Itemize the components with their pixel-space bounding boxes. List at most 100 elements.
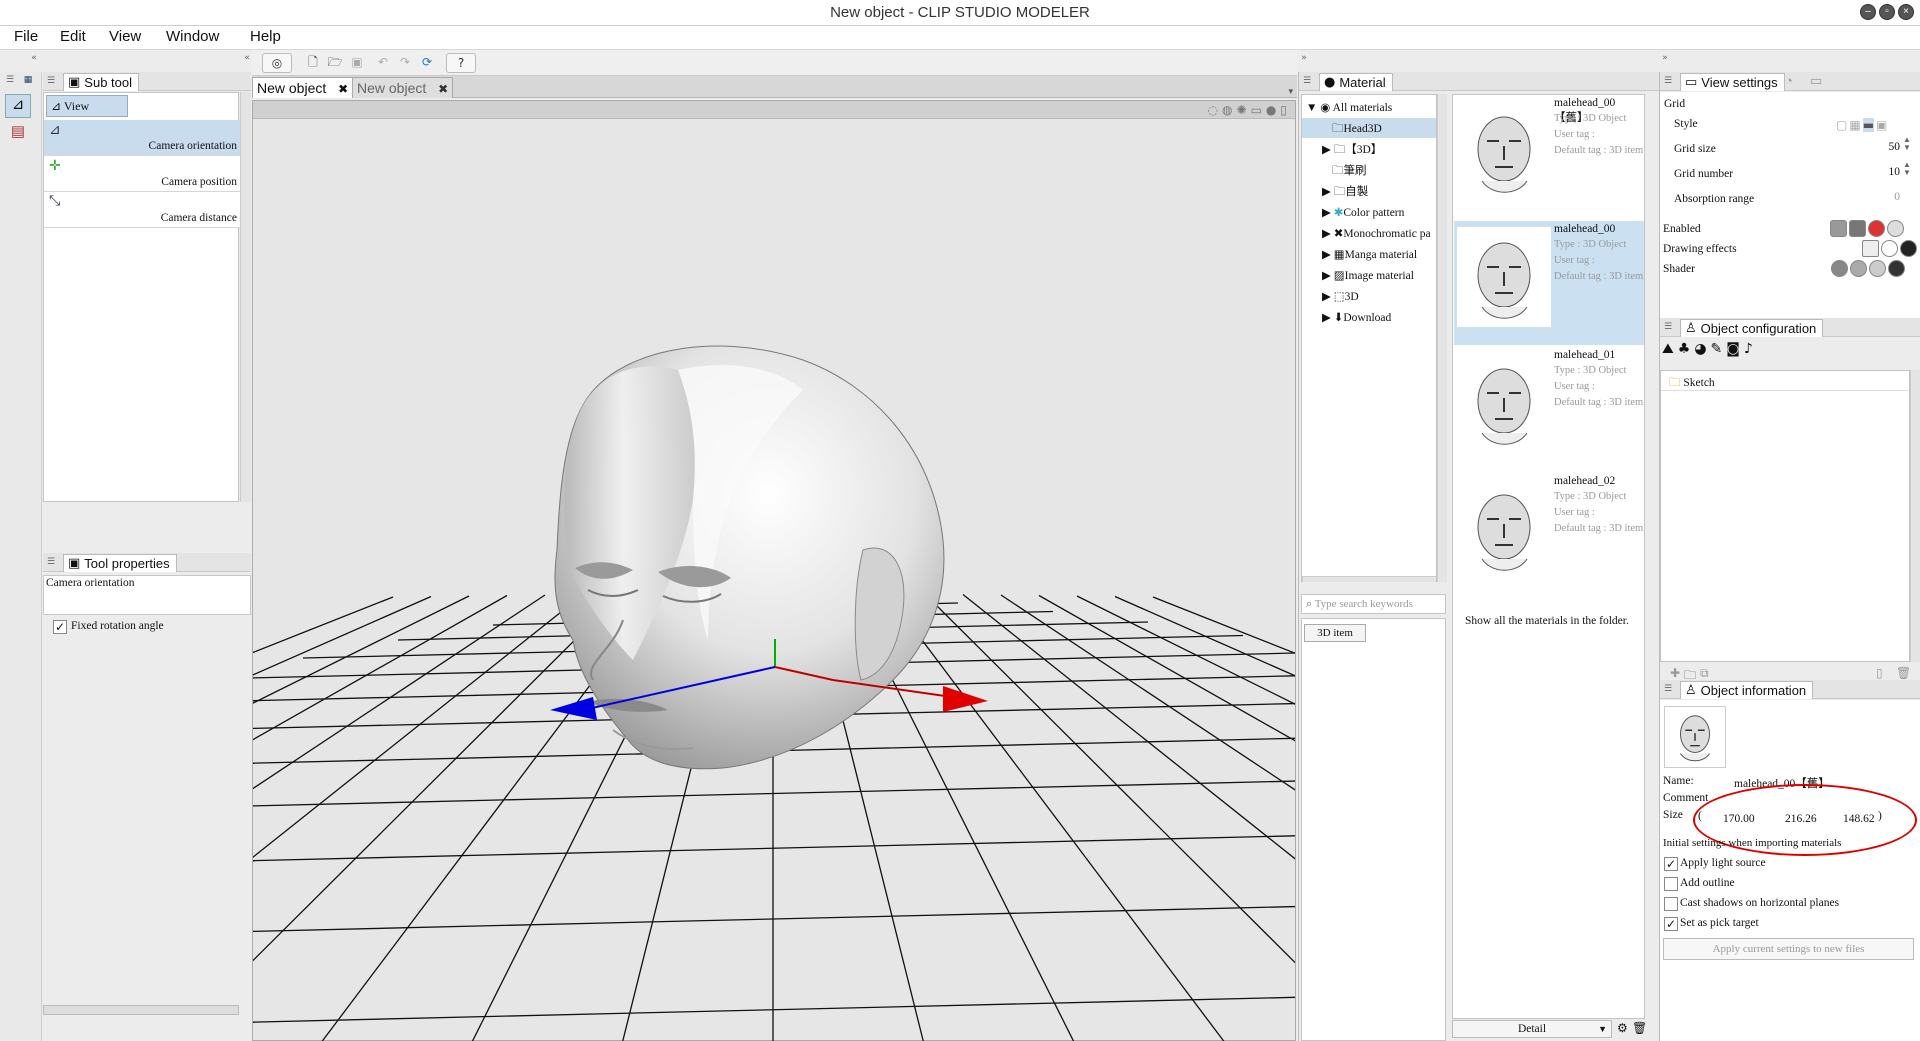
save-icon[interactable]: ▣ (346, 53, 368, 73)
open-file-icon[interactable]: 🗁 (324, 53, 346, 73)
tree-item-custom[interactable]: ▶ 🗀自製 (1322, 181, 1434, 201)
tree-scrollbar[interactable] (1437, 94, 1447, 582)
tree-item-monochromatic[interactable]: ▶ ✖Monochromatic pa (1322, 223, 1436, 243)
new-file-icon[interactable]: 🗋 (302, 53, 324, 73)
enabled-floor-icon[interactable] (1849, 220, 1866, 237)
grid-style-2-icon[interactable]: ▦ (1849, 118, 1860, 132)
help-icon[interactable]: ? (446, 53, 476, 73)
tab-object-configuration[interactable]: ♙ Object configuration (1680, 319, 1824, 337)
panel-menu-icon[interactable]: ☰ (1301, 75, 1313, 87)
tool-palette-icon[interactable]: ▦ (22, 74, 34, 86)
viewport-toggle-icon[interactable]: ● (1266, 103, 1276, 117)
tool-properties-scrollbar[interactable] (43, 1005, 239, 1015)
effect-shadow-icon[interactable] (1900, 240, 1917, 257)
grid-style-1-icon[interactable]: ▢ (1836, 118, 1847, 132)
video-icon[interactable]: ▭ (1810, 73, 1822, 89)
tree-item-head3d[interactable]: 🗀Head3D (1302, 118, 1436, 138)
menu-help[interactable]: Help (250, 28, 281, 45)
maximize-button[interactable]: ▫ (1879, 4, 1895, 20)
absorption-value[interactable]: 0 (1880, 191, 1900, 203)
grid-size-value[interactable]: 50 (1880, 141, 1901, 153)
material-settings-icon[interactable]: ⚙ (1617, 1021, 1628, 1035)
apply-light-checkbox[interactable]: ✓ (1664, 857, 1678, 871)
tree-item-3d-bracket[interactable]: ▶ 🗀【3D】 (1322, 139, 1434, 159)
subtool-camera-distance[interactable]: ⤡ Camera distance (44, 192, 240, 228)
collapse-left-icon[interactable]: « (28, 52, 40, 64)
menu-edit[interactable]: Edit (60, 28, 86, 45)
viewport-perspective-icon[interactable]: ▭ (1251, 103, 1262, 117)
subtool-camera-position[interactable]: ✛ Camera position (44, 156, 240, 192)
grid-style-3-icon[interactable]: ▬ (1862, 118, 1875, 132)
view-mode-select[interactable]: Detail ▼ (1452, 1020, 1612, 1038)
material-item[interactable]: malehead_02 Type : 3D Object User tag : … (1454, 473, 1644, 597)
gizmo-z-arrow[interactable] (550, 697, 597, 720)
object-tool-icon[interactable]: ▤ (5, 122, 31, 146)
close-button[interactable]: × (1898, 4, 1914, 20)
effect-icon[interactable]: ◕ (1694, 341, 1706, 361)
menu-window[interactable]: Window (166, 28, 219, 45)
clip-studio-icon[interactable]: ◎ (262, 53, 292, 73)
tree-hscrollbar[interactable] (1302, 576, 1436, 582)
light-icon[interactable]: ✎ (1711, 341, 1723, 361)
tree-item-download[interactable]: ▶ ⬇Download (1322, 307, 1436, 327)
fixed-rotation-checkbox[interactable]: ✓ (53, 620, 67, 634)
cast-shadows-checkbox[interactable] (1664, 897, 1678, 911)
3d-viewport[interactable]: ◌ ◍ ✺ ▭ ● ▯ (252, 100, 1296, 1041)
material-item-selected[interactable]: malehead_00 Type : 3D Object User tag : … (1454, 221, 1644, 345)
menu-view[interactable]: View (109, 28, 141, 45)
trash-icon[interactable]: 🗑 (1632, 1021, 1647, 1035)
material-item[interactable]: malehead_01 Type : 3D Object User tag : … (1454, 347, 1644, 471)
apply-settings-button[interactable]: Apply current settings to new files (1663, 938, 1914, 960)
camera-icon[interactable]: ◙ (1726, 341, 1740, 361)
new-layer-icon[interactable]: ▯ (1876, 666, 1883, 680)
panel-menu-icon[interactable]: ☰ (4, 74, 16, 86)
panel-menu-icon[interactable]: ☰ (45, 75, 57, 87)
pick-target-checkbox[interactable]: ✓ (1664, 917, 1678, 931)
shader-2-icon[interactable] (1850, 260, 1867, 277)
grid-number-stepper-icon[interactable]: ▲ ▼ (1903, 161, 1911, 177)
tab-document-1[interactable]: New object ✖ (252, 77, 354, 98)
shader-1-icon[interactable] (1831, 260, 1848, 277)
add-outline-checkbox[interactable] (1664, 877, 1678, 891)
viewport-scene[interactable] (253, 120, 1295, 1041)
tab-subtool[interactable]: ▣ Sub tool (63, 73, 139, 91)
view-tool-icon[interactable]: ⊿ (5, 94, 31, 118)
tab-menu-icon[interactable]: ▾ (1288, 86, 1293, 97)
grid-number-value[interactable]: 10 (1880, 166, 1901, 178)
panel-menu-icon[interactable]: ☰ (45, 556, 57, 568)
add-object-icon[interactable]: ✚ (1670, 666, 1680, 680)
effect-outline-icon[interactable] (1881, 240, 1898, 257)
camera-settings-icon[interactable]: ◔ (1785, 73, 1793, 88)
tree-item-color-pattern[interactable]: ▶ ✱Color pattern (1322, 202, 1436, 222)
shader-3-icon[interactable] (1869, 260, 1886, 277)
tree-item-manga-material[interactable]: ▶ ▦Manga material (1322, 244, 1436, 264)
material-item[interactable]: malehead_00【舊】 Type : 3D Object User tag… (1454, 95, 1644, 219)
subtool-group-view[interactable]: ⊿ View (46, 95, 128, 117)
panel-menu-icon[interactable]: ☰ (1662, 75, 1674, 87)
panel-menu-icon[interactable]: ☰ (1662, 321, 1674, 333)
tab-document-2[interactable]: New object ✖ (352, 77, 454, 98)
minimize-button[interactable]: – (1860, 4, 1876, 20)
tree-item-image-material[interactable]: ▶ ▨Image material (1322, 265, 1436, 285)
grid-style-4-icon[interactable]: ▣ (1876, 118, 1887, 132)
gizmo-x-arrow[interactable] (943, 686, 988, 712)
pen-icon[interactable]: ♪ (1744, 341, 1753, 361)
tree-item-brush[interactable]: 🗀筆刷 (1332, 160, 1434, 180)
scene-icon[interactable]: ⛰ (1662, 341, 1674, 361)
object-tree-root[interactable]: 🗀 Sketch (1661, 373, 1909, 391)
tab-material[interactable]: ● Material (1319, 73, 1393, 91)
panel-menu-icon[interactable]: ☰ (1662, 683, 1674, 695)
expand-material-icon[interactable]: » (1298, 52, 1310, 64)
viewport-shading-icon[interactable]: ◍ (1222, 103, 1232, 117)
subtool-camera-orientation[interactable]: ⊿ Camera orientation (44, 120, 240, 156)
expand-right-icon[interactable]: » (1659, 52, 1671, 64)
tag-3d-item-button[interactable]: 3D item (1304, 624, 1366, 642)
viewport-preset-icon[interactable]: ◌ (1208, 103, 1218, 117)
refresh-icon[interactable]: ⟳ (416, 53, 438, 73)
tree-item-3d[interactable]: ▶ ⬚3D (1322, 286, 1436, 306)
tree-icon[interactable]: ♣ (1678, 341, 1691, 361)
object-tree-scrollbar[interactable] (1910, 370, 1920, 662)
enabled-sphere-icon[interactable] (1887, 220, 1904, 237)
close-tab-icon[interactable]: ✖ (338, 82, 348, 96)
viewport-layout-icon[interactable]: ▯ (1280, 103, 1287, 117)
